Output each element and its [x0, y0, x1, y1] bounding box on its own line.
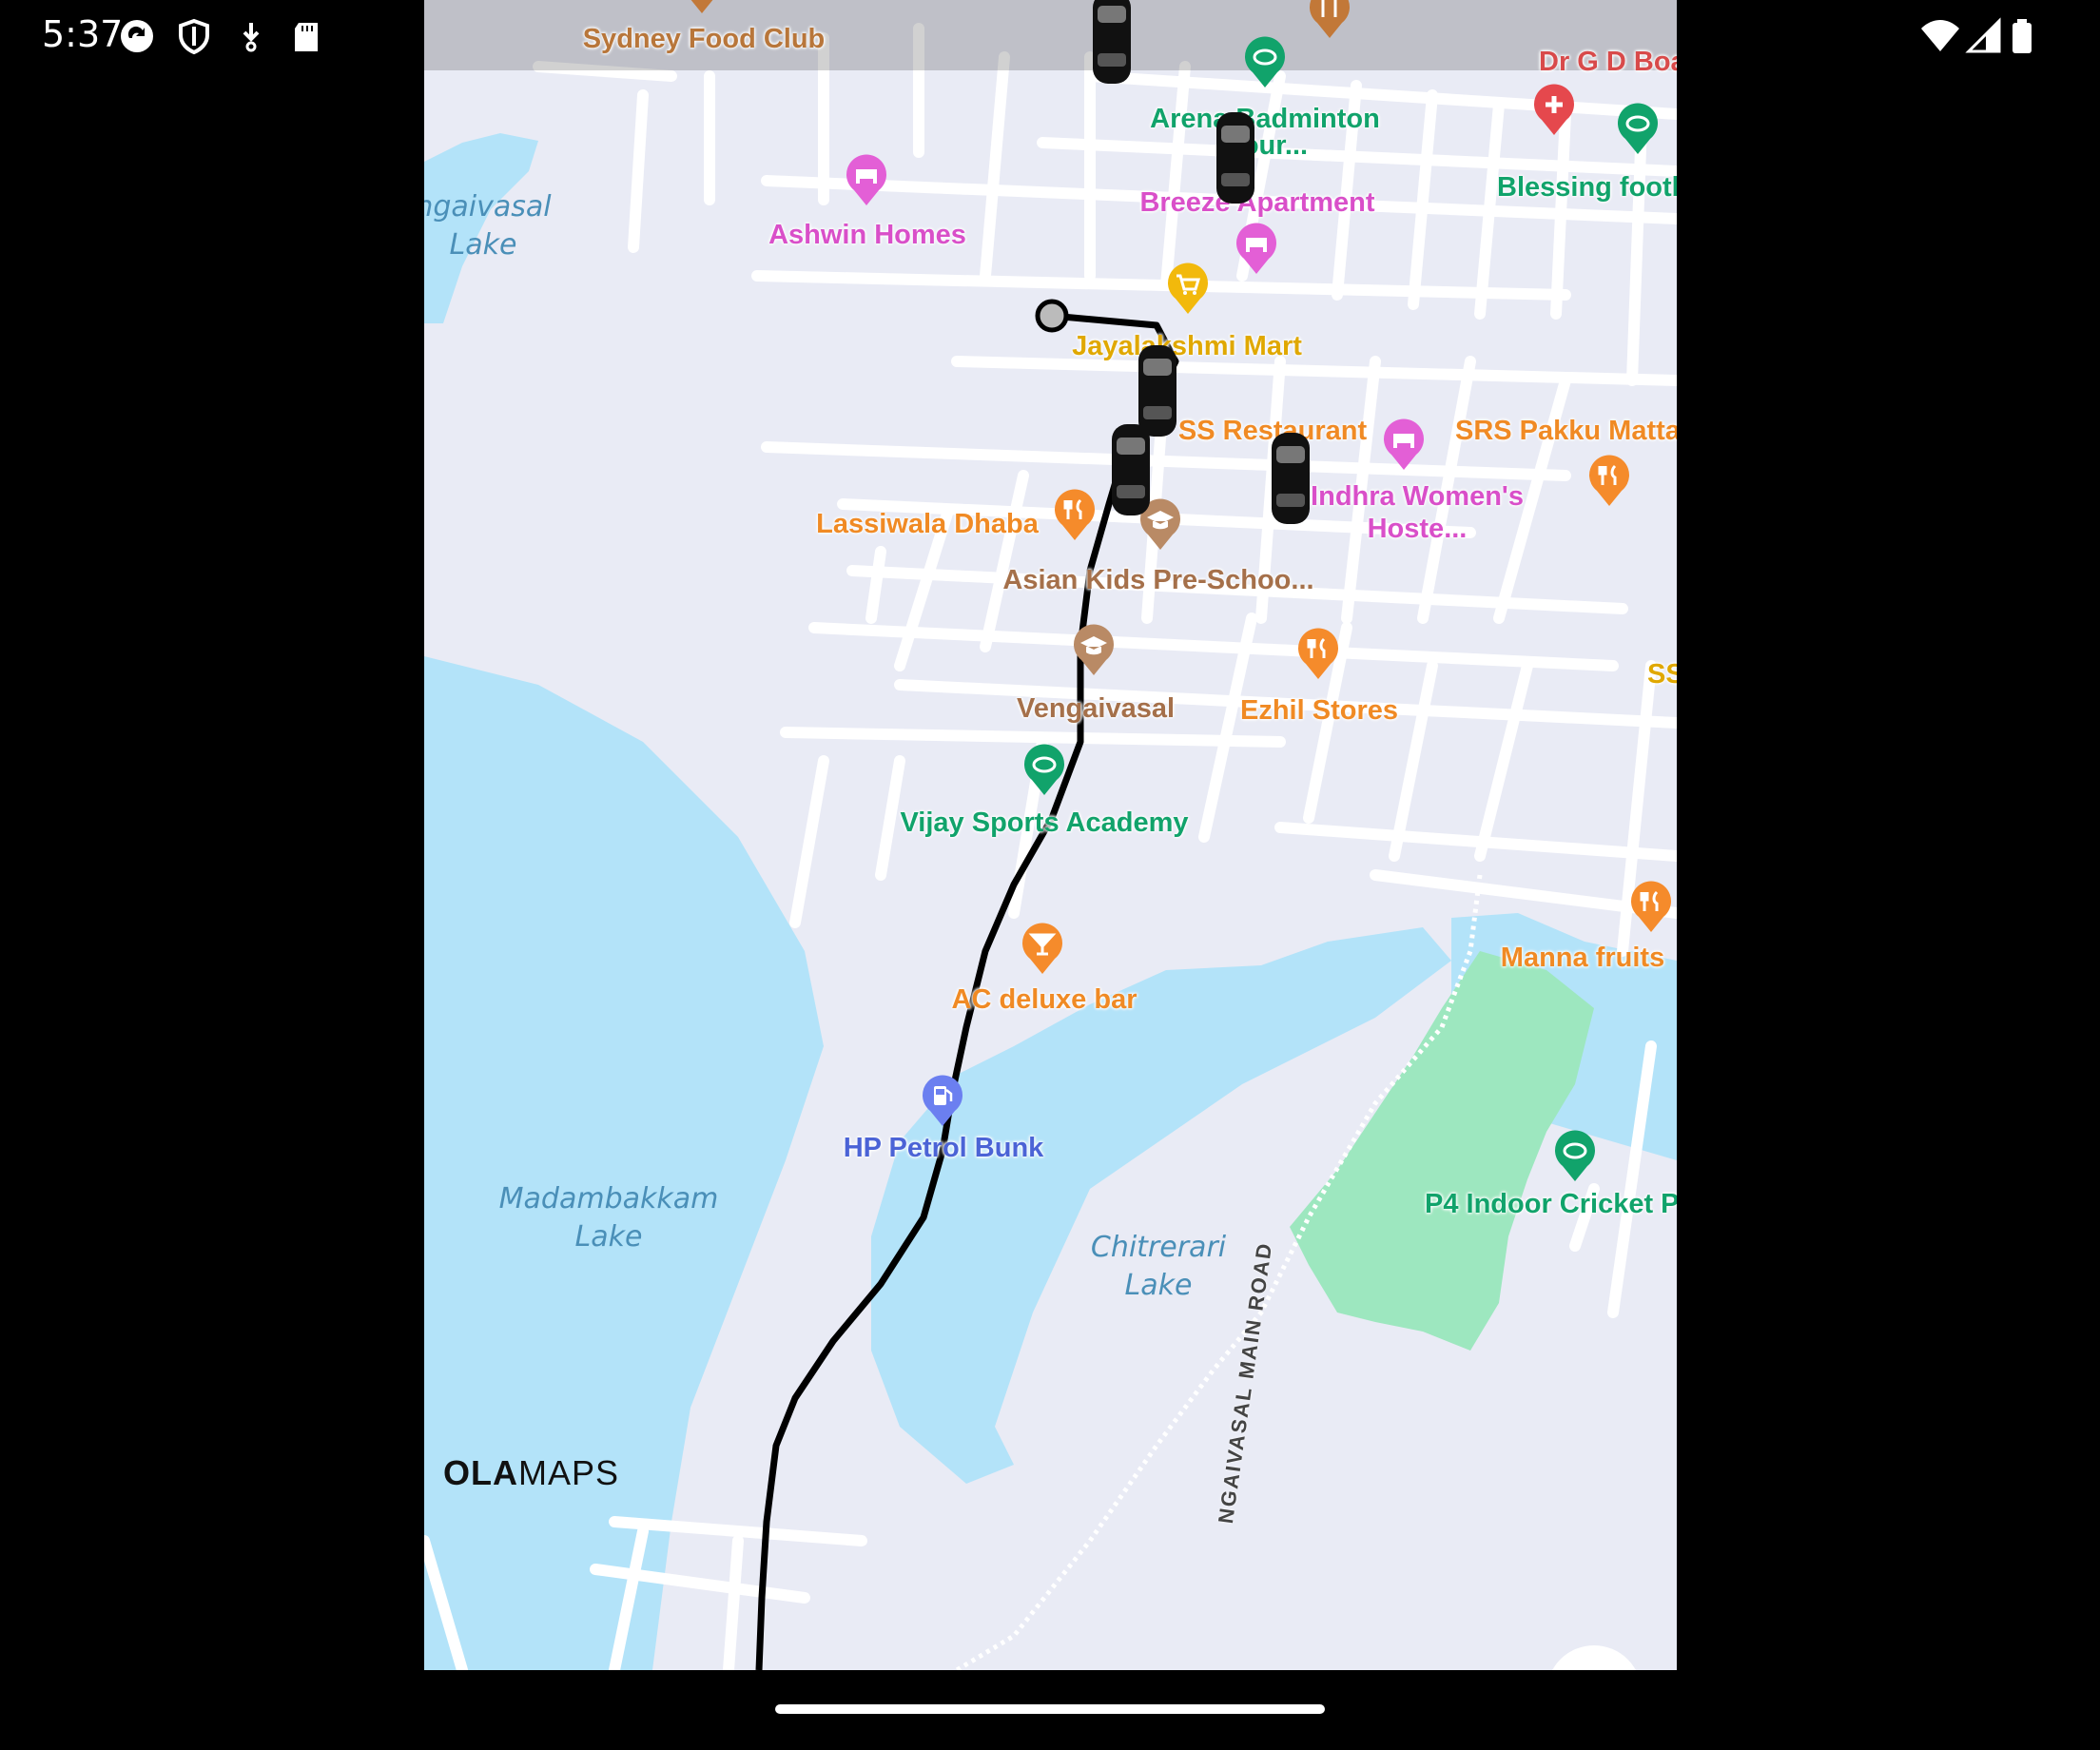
water-label-madambakkam: Madambakkam Lake	[499, 1180, 719, 1256]
hotel-pin-icon[interactable]	[1235, 223, 1278, 276]
hospital-pin-icon[interactable]	[1532, 84, 1576, 137]
poi-label-asian-kids-pre-school[interactable]: Asian Kids Pre-Schoo...	[1002, 564, 1313, 596]
poi-label-arena-badminton[interactable]: Arena Badminton Cour...	[1150, 103, 1380, 162]
logo-light: MAPS	[518, 1453, 620, 1492]
water-label-vengaivasal: ngaivasal Lake	[424, 188, 552, 264]
restaurant-pin-icon[interactable]	[1629, 881, 1673, 934]
poi-label-manna-fruits[interactable]: Manna fruits	[1501, 942, 1664, 974]
poi-label-line: Indhra Women's	[1311, 481, 1524, 512]
fuel-pump-pin-icon[interactable]	[921, 1075, 964, 1128]
signal-icon	[1965, 17, 2001, 53]
stadium-pin-icon[interactable]	[1022, 744, 1066, 797]
logo-bold: OLA	[443, 1453, 518, 1492]
car-marker-icon[interactable]	[1214, 110, 1257, 205]
stadium-pin-icon[interactable]	[1553, 1130, 1597, 1183]
shield-icon	[179, 18, 209, 55]
route-start-marker	[1035, 299, 1069, 333]
poi-label-jayalakshmi-mart[interactable]: Jayalakshmi Mart	[1072, 330, 1302, 362]
car-marker-icon[interactable]	[1090, 0, 1134, 86]
poi-label-hp-petrol-bunk[interactable]: HP Petrol Bunk	[844, 1132, 1044, 1164]
restaurant-pin-icon[interactable]	[1053, 489, 1097, 542]
poi-label-srs-pakku-matta[interactable]: SRS Pakku Matta	[1455, 415, 1677, 447]
poi-label-ss[interactable]: SS	[1647, 658, 1677, 690]
poi-label-vijay-sports-academy[interactable]: Vijay Sports Academy	[900, 807, 1188, 839]
school-pin-icon[interactable]	[1072, 624, 1116, 677]
restaurant-pin-icon[interactable]	[1587, 455, 1631, 508]
poi-label-ezhil-stores[interactable]: Ezhil Stores	[1240, 694, 1398, 727]
water-label-line: ngaivasal	[424, 190, 552, 224]
water-label-line: Lake	[574, 1220, 643, 1254]
poi-label-dr-gd-boaz-memorial[interactable]: Dr G D Boaz Memoria	[1539, 46, 1677, 78]
poi-label-ac-deluxe-bar[interactable]: AC deluxe bar	[952, 983, 1138, 1016]
restaurant-pin-icon[interactable]	[1296, 628, 1340, 681]
poi-label-ashwin-homes[interactable]: Ashwin Homes	[768, 219, 966, 251]
hotel-pin-icon[interactable]	[1382, 418, 1426, 472]
water-label-line: Madambakkam	[498, 1182, 719, 1215]
poi-label-p4-indoor-cricket[interactable]: P4 Indoor Cricket P	[1425, 1188, 1677, 1220]
map-view[interactable]: ngaivasal Lake Madambakkam Lake Chitrera…	[424, 0, 1677, 1670]
stadium-pin-icon[interactable]	[1616, 103, 1660, 156]
wifi-icon	[1921, 20, 1959, 51]
water-label-chitrerari: Chitrerari Lake	[1091, 1229, 1226, 1305]
poi-label-lassiwala-dhaba[interactable]: Lassiwala Dhaba	[816, 508, 1039, 540]
download-icon	[243, 23, 260, 52]
poi-label-line: Hoste...	[1367, 514, 1468, 544]
poi-label-sydney-food-club[interactable]: Sydney Food Club	[583, 23, 826, 55]
hotel-pin-icon[interactable]	[845, 154, 888, 207]
poi-label-indhra-womens-hostel[interactable]: Indhra Women's Hoste...	[1311, 480, 1524, 545]
poi-label-vengaivasal[interactable]: Vengaivasal	[1017, 692, 1175, 725]
gesture-nav-handle[interactable]	[775, 1704, 1325, 1714]
car-marker-icon[interactable]	[1269, 426, 1312, 531]
water-label-line: Lake	[449, 228, 517, 262]
restaurant-pin-icon[interactable]	[680, 0, 724, 15]
sd-card-icon	[295, 23, 318, 51]
stadium-pin-icon[interactable]	[1243, 36, 1287, 89]
restaurant-pin-icon[interactable]	[1308, 0, 1351, 40]
poi-label-blessing-football[interactable]: Blessing footb	[1497, 171, 1677, 204]
shopping-cart-pin-icon[interactable]	[1166, 262, 1210, 316]
battery-icon	[2012, 19, 2032, 53]
water-label-line: Lake	[1124, 1269, 1193, 1302]
status-time: 5:37	[42, 13, 124, 55]
water-label-line: Chitrerari	[1090, 1231, 1227, 1264]
cocktail-bar-pin-icon[interactable]	[1021, 923, 1064, 976]
poi-label-breeze-apartment[interactable]: Breeze Apartment	[1139, 186, 1374, 219]
ola-maps-logo: OLAMAPS	[443, 1453, 619, 1493]
sync-icon	[121, 20, 153, 52]
car-marker-icon[interactable]	[1109, 403, 1153, 536]
